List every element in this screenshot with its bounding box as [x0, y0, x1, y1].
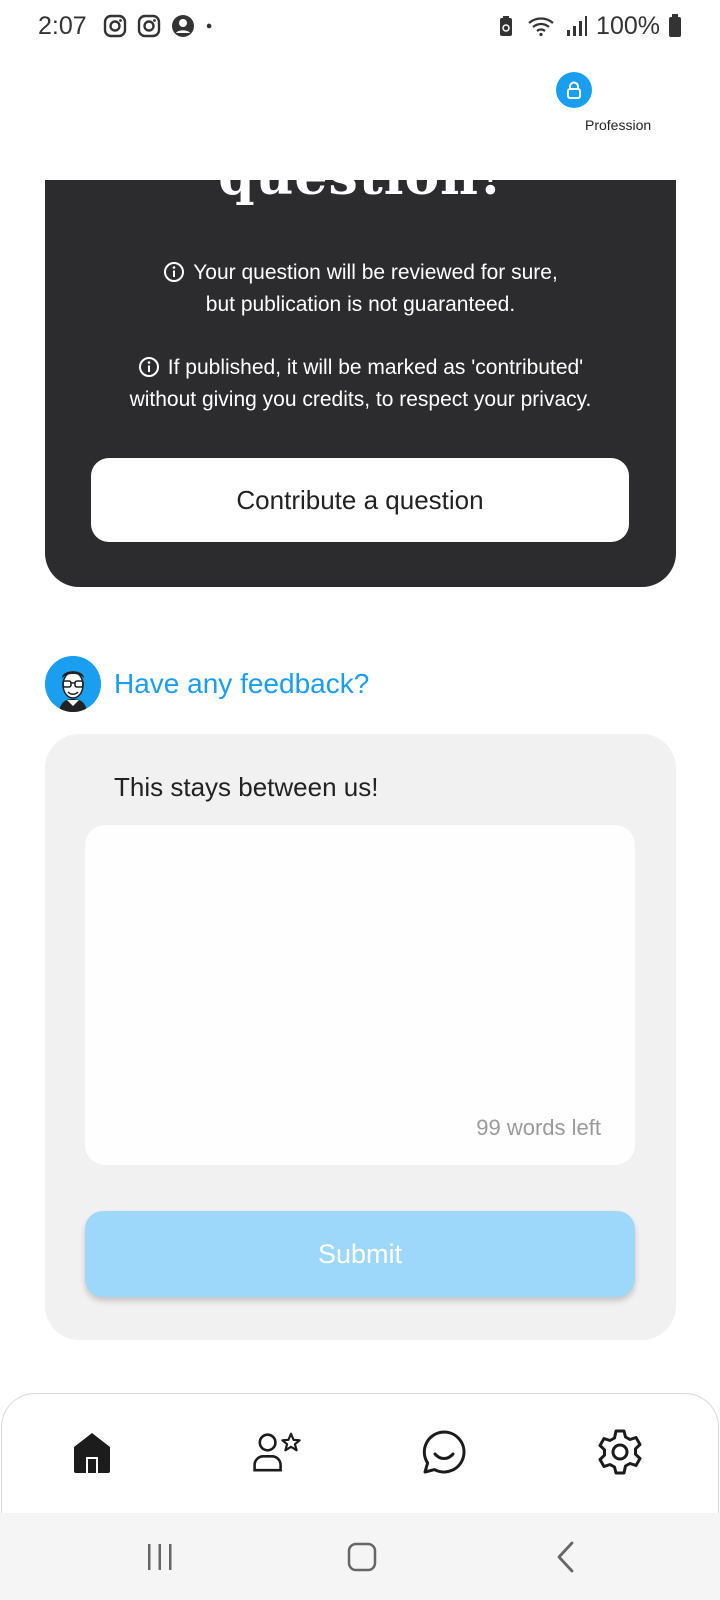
- review-note-line-1: Your question will be reviewed for sure,: [193, 261, 558, 284]
- feedback-input[interactable]: [85, 825, 635, 1165]
- avatar: [45, 656, 101, 712]
- contribute-card: question! Your question will be reviewed…: [45, 180, 676, 587]
- back-button[interactable]: [546, 1539, 586, 1575]
- profession-lock-button[interactable]: [556, 72, 592, 108]
- privacy-note: If published, it will be marked as 'cont…: [45, 352, 676, 416]
- wifi-icon: [528, 17, 554, 37]
- status-left: 2:07: [38, 12, 219, 41]
- words-left-counter: 99 words left: [476, 1115, 601, 1140]
- feedback-card: This stays between us! 99 words left Sub…: [45, 734, 676, 1340]
- status-right: 100%: [494, 12, 682, 41]
- info-icon: [138, 357, 159, 377]
- bottom-nav: [1, 1393, 719, 1513]
- home-icon: [74, 1433, 110, 1473]
- instagram-icon: [103, 14, 126, 38]
- info-icon: [164, 262, 185, 282]
- review-note-line-2: but publication is not guaranteed.: [205, 293, 516, 316]
- nav-chat[interactable]: [418, 1426, 470, 1478]
- recent-apps-button[interactable]: [140, 1539, 180, 1575]
- signal-icon: [567, 16, 588, 36]
- lock-icon: [567, 81, 581, 99]
- battery-percent: 100%: [596, 11, 660, 40]
- status-time: 2:07: [38, 11, 87, 40]
- system-home-button[interactable]: [342, 1539, 382, 1575]
- developer-avatar-icon: [45, 656, 101, 712]
- feedback-heading: Have any feedback?: [114, 668, 370, 699]
- account-icon: [171, 15, 194, 37]
- nav-profile[interactable]: [252, 1426, 304, 1478]
- privacy-note-line-1: If published, it will be marked as 'cont…: [167, 356, 584, 379]
- person-star-icon: [253, 1432, 301, 1472]
- recent-apps-icon: [148, 1544, 172, 1570]
- nav-home[interactable]: [66, 1426, 118, 1478]
- system-nav-bar: [0, 1513, 720, 1600]
- contribute-question-button[interactable]: Contribute a question: [91, 458, 629, 542]
- gear-icon: [598, 1429, 642, 1475]
- feedback-box: 99 words left: [85, 825, 635, 1165]
- dot-icon: [206, 23, 212, 29]
- instagram-icon: [137, 14, 160, 38]
- chat-bubble-icon: [422, 1430, 466, 1474]
- home-button-icon: [347, 1542, 377, 1572]
- privacy-note-line-2: without giving you credits, to respect y…: [129, 388, 592, 411]
- profession-label: Profession: [585, 117, 652, 133]
- review-note: Your question will be reviewed for sure,…: [45, 257, 676, 321]
- status-bar: 2:07 100%: [0, 0, 720, 52]
- battery-icon: [669, 14, 681, 37]
- battery-saver-icon: [500, 16, 513, 36]
- nav-settings[interactable]: [594, 1426, 646, 1478]
- submit-button[interactable]: Submit: [85, 1211, 635, 1297]
- feedback-subheading: This stays between us!: [114, 772, 379, 802]
- contribute-card-title: question!: [45, 180, 676, 207]
- back-icon: [557, 1541, 574, 1573]
